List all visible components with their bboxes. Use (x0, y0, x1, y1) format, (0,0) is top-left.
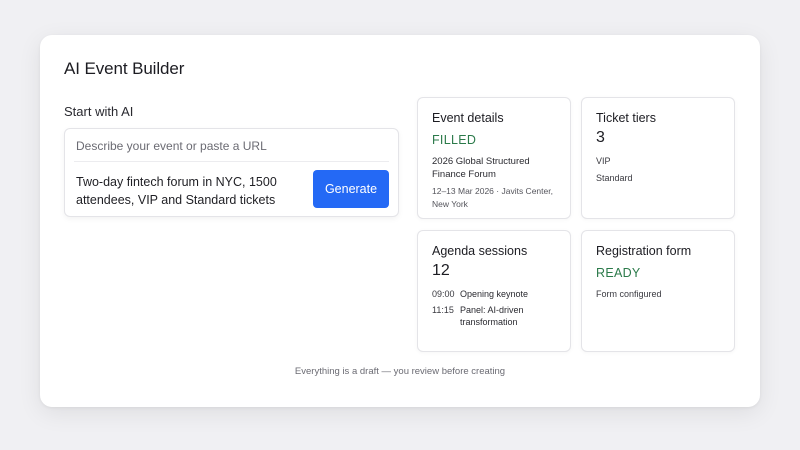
session-time: 09:00 (432, 289, 455, 299)
event-builder-card: AI Event Builder Start with AI Describe … (40, 35, 760, 407)
registration-note: Form configured (596, 289, 662, 299)
event-meta: 12–13 Mar 2026 · Javits Center, New York (432, 186, 553, 209)
list-item: 09:00 Opening keynote (432, 288, 560, 300)
tile-agenda-sessions[interactable]: Agenda sessions 12 09:00 Opening keynote… (417, 230, 571, 352)
event-name: 2026 Global Structured Finance Forum (432, 156, 530, 180)
page-title: AI Event Builder (64, 59, 185, 78)
event-summary: 2026 Global Structured Finance Forum 12–… (432, 155, 560, 211)
tile-registration-form[interactable]: Registration form READY Form configured (581, 230, 735, 352)
registration-summary: Form configured (596, 288, 724, 305)
session-name: Panel: AI-driven transformation (460, 305, 524, 327)
start-with-ai-label: Start with AI (64, 104, 134, 119)
ai-prompt-text[interactable]: Two-day fintech forum in NYC, 1500 atten… (76, 173, 304, 209)
tile-title: Agenda sessions (432, 244, 528, 258)
tile-event-details[interactable]: Event details FILLED 2026 Global Structu… (417, 97, 571, 219)
list-item: 11:15 Panel: AI-driven transformation (432, 304, 560, 328)
tile-ticket-tiers[interactable]: Ticket tiers 3 VIP Standard (581, 97, 735, 219)
ai-input-placeholder[interactable]: Describe your event or paste a URL (76, 139, 267, 153)
agenda-session-count: 12 (432, 262, 450, 279)
tile-title: Event details (432, 111, 504, 125)
ticket-tier-count: 3 (596, 129, 605, 146)
tile-title: Registration form (596, 244, 692, 258)
ai-box-divider (74, 161, 389, 162)
list-item: VIP (596, 156, 611, 166)
generate-button[interactable]: Generate (313, 170, 389, 208)
ai-prompt-box: Describe your event or paste a URL Two-d… (64, 128, 399, 217)
agenda-session-list: 09:00 Opening keynote 11:15 Panel: AI-dr… (432, 288, 560, 332)
status-badge: READY (596, 266, 641, 280)
ticket-tier-list: VIP Standard (596, 155, 724, 189)
list-item: Standard (596, 173, 633, 183)
status-badge: FILLED (432, 133, 477, 147)
draft-notice: Everything is a draft — you review befor… (294, 366, 506, 377)
session-name: Opening keynote (460, 289, 529, 299)
session-time: 11:15 (432, 305, 454, 315)
tile-title: Ticket tiers (596, 111, 656, 125)
